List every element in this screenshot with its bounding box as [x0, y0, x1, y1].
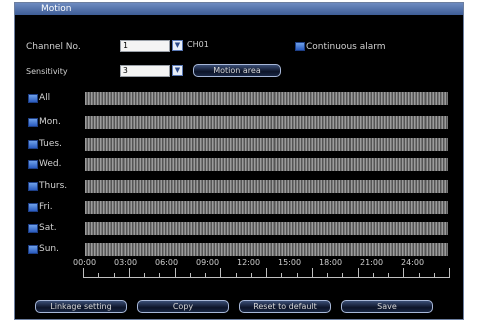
time-label: 03:00	[114, 258, 138, 267]
day-checkbox-mon[interactable]	[28, 118, 38, 127]
day-label: Fri.	[39, 202, 53, 212]
day-checkbox-fri[interactable]	[28, 203, 38, 212]
schedule-bar-tues[interactable]	[85, 138, 448, 151]
sensitivity-select[interactable]: 3	[120, 65, 170, 77]
continuous-alarm-label: Continuous alarm	[306, 42, 386, 52]
day-label: Tues.	[39, 139, 62, 149]
channel-select[interactable]: 1	[120, 40, 170, 52]
day-label: Sun.	[39, 244, 59, 254]
day-label: Sat.	[39, 223, 57, 233]
day-checkbox-sat[interactable]	[28, 224, 38, 233]
day-checkbox-wed[interactable]	[28, 160, 38, 169]
schedule-bar-mon[interactable]	[85, 116, 448, 129]
title-bar: Motion	[15, 3, 463, 15]
time-label: 15:00	[278, 258, 302, 267]
schedule-bar-all[interactable]	[85, 92, 448, 105]
window-title: Motion	[41, 4, 72, 14]
day-label: All	[39, 93, 51, 103]
schedule-bar-wed[interactable]	[85, 158, 448, 171]
day-checkbox-thurs[interactable]	[28, 182, 38, 191]
schedule-bar-sun[interactable]	[85, 243, 448, 256]
channel-label: Channel No.	[26, 42, 81, 52]
motion-dialog: Motion Channel No. 1 ▼ CH01 Continuous a…	[14, 2, 464, 320]
day-label: Thurs.	[39, 181, 68, 191]
day-label: Mon.	[39, 117, 61, 127]
time-label: 24:00	[401, 258, 425, 267]
time-label: 18:00	[319, 258, 343, 267]
time-label: 12:00	[237, 258, 261, 267]
channel-name: CH01	[187, 40, 209, 49]
chevron-down-icon: ▼	[174, 41, 181, 49]
time-ruler	[83, 268, 450, 278]
linkage-setting-button[interactable]: Linkage setting	[35, 300, 127, 313]
schedule-bar-fri[interactable]	[85, 201, 448, 214]
day-label: Wed.	[39, 159, 62, 169]
time-label: 00:00	[73, 258, 97, 267]
sensitivity-dropdown-button[interactable]: ▼	[172, 65, 183, 76]
time-label: 09:00	[196, 258, 220, 267]
save-button[interactable]: Save	[341, 300, 433, 313]
chevron-down-icon: ▼	[174, 66, 181, 74]
day-checkbox-tues[interactable]	[28, 140, 38, 149]
reset-to-default-button[interactable]: Reset to default	[239, 300, 331, 313]
schedule-bar-thurs[interactable]	[85, 180, 448, 193]
sensitivity-label: Sensitivity	[26, 67, 68, 76]
time-label: 06:00	[155, 258, 179, 267]
time-label: 21:00	[360, 258, 384, 267]
day-checkbox-all[interactable]	[28, 94, 38, 103]
day-checkbox-sun[interactable]	[28, 245, 38, 254]
channel-dropdown-button[interactable]: ▼	[172, 40, 183, 51]
continuous-alarm-checkbox[interactable]	[295, 42, 305, 51]
copy-button[interactable]: Copy	[137, 300, 229, 313]
ruler-baseline	[83, 277, 449, 278]
ruler-tick	[449, 268, 450, 278]
motion-area-button[interactable]: Motion area	[193, 64, 281, 77]
schedule-bar-sat[interactable]	[85, 222, 448, 235]
